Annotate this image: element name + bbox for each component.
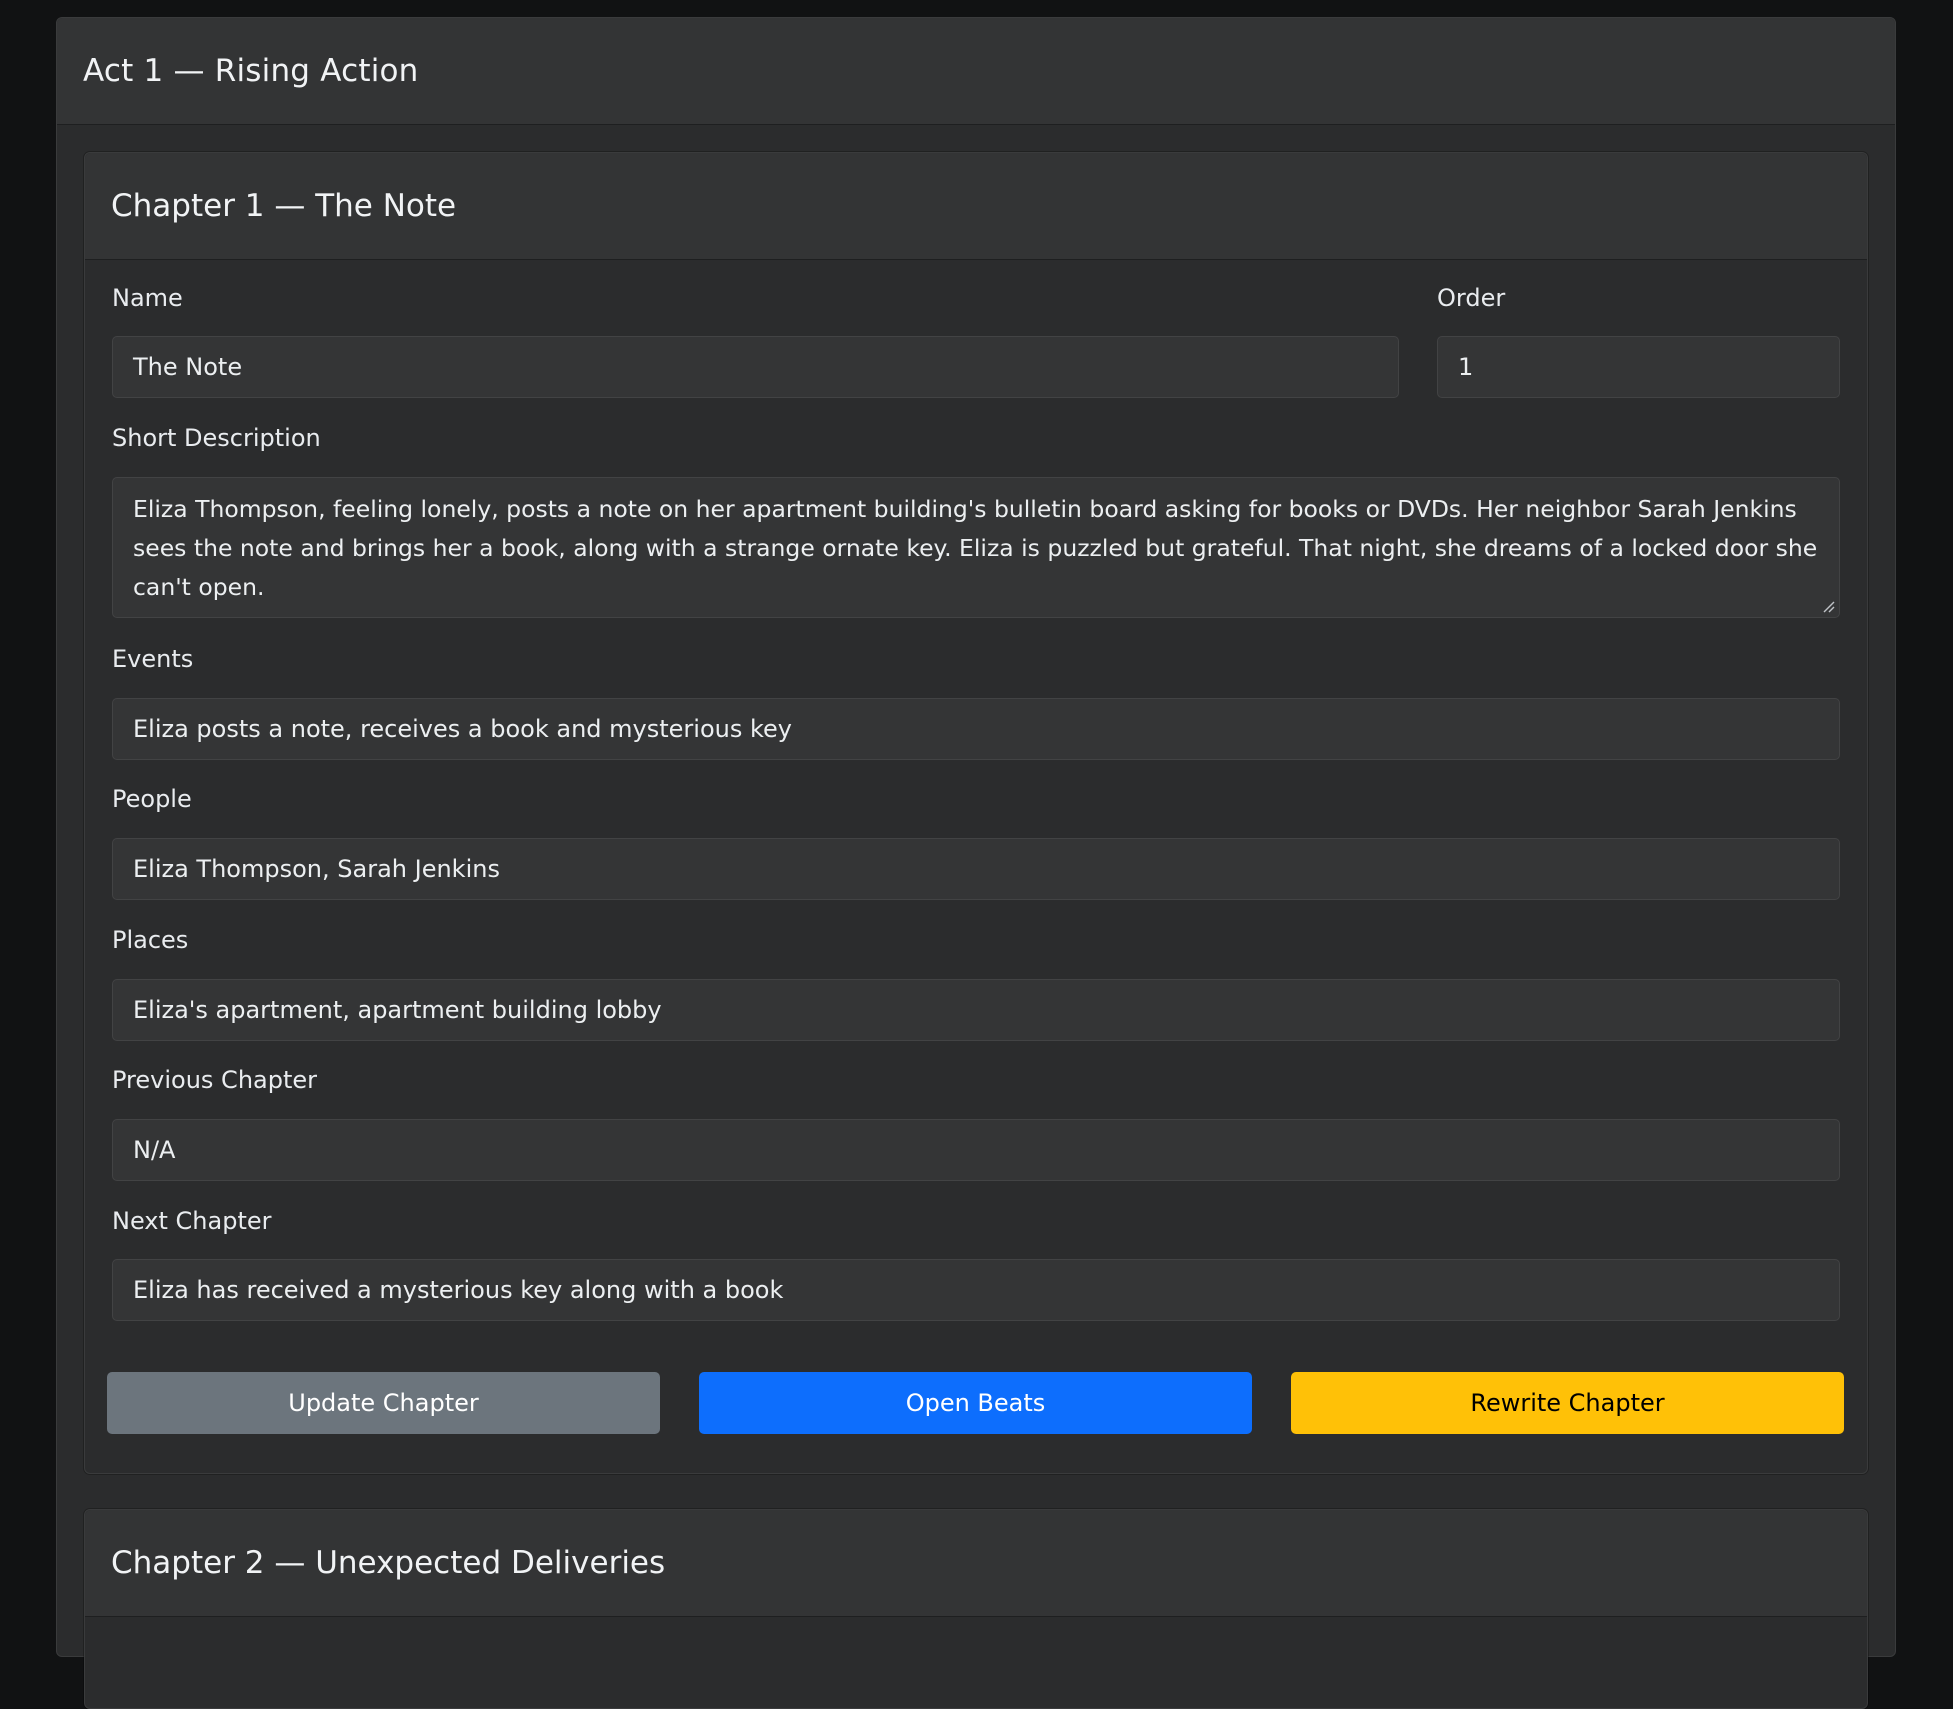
places-input[interactable]: Eliza's apartment, apartment building lo… bbox=[112, 979, 1840, 1041]
chapter-card: Chapter 1 — The Note Name The Note Order… bbox=[84, 152, 1868, 1474]
next-chapter-input[interactable]: Eliza has received a mysterious key alon… bbox=[112, 1259, 1840, 1321]
act-header: Act 1 — Rising Action bbox=[57, 18, 1895, 125]
order-label: Order bbox=[1437, 284, 1506, 312]
events-input[interactable]: Eliza posts a note, receives a book and … bbox=[112, 698, 1840, 760]
people-input[interactable]: Eliza Thompson, Sarah Jenkins bbox=[112, 838, 1840, 900]
short-description-textarea[interactable]: Eliza Thompson, feeling lonely, posts a … bbox=[112, 477, 1840, 618]
chapter-header: Chapter 1 — The Note bbox=[85, 153, 1867, 260]
update-chapter-button[interactable]: Update Chapter bbox=[107, 1372, 660, 1434]
act-card: Act 1 — Rising Action Chapter 1 — The No… bbox=[56, 17, 1896, 1709]
previous-chapter-input[interactable]: N/A bbox=[112, 1119, 1840, 1181]
chapter-header: Chapter 2 — Unexpected Deliveries bbox=[85, 1510, 1867, 1617]
name-label: Name bbox=[112, 284, 183, 312]
chapter-title: Chapter 2 — Unexpected Deliveries bbox=[111, 1545, 666, 1581]
previous-chapter-label: Previous Chapter bbox=[112, 1066, 318, 1094]
rewrite-chapter-button[interactable]: Rewrite Chapter bbox=[1291, 1372, 1844, 1434]
open-beats-button[interactable]: Open Beats bbox=[699, 1372, 1252, 1434]
places-label: Places bbox=[112, 926, 189, 954]
short-description-text: Eliza Thompson, feeling lonely, posts a … bbox=[133, 495, 1818, 601]
short-description-label: Short Description bbox=[112, 424, 321, 452]
order-input[interactable]: 1 bbox=[1437, 336, 1840, 398]
events-label: Events bbox=[112, 645, 194, 673]
name-input[interactable]: The Note bbox=[112, 336, 1399, 398]
next-chapter-label: Next Chapter bbox=[112, 1207, 272, 1235]
act-title: Act 1 — Rising Action bbox=[83, 53, 419, 89]
chapter-card: Chapter 2 — Unexpected Deliveries bbox=[84, 1509, 1868, 1709]
chapter-title: Chapter 1 — The Note bbox=[111, 188, 457, 224]
people-label: People bbox=[112, 785, 192, 813]
resize-grip-icon[interactable] bbox=[1821, 599, 1835, 613]
